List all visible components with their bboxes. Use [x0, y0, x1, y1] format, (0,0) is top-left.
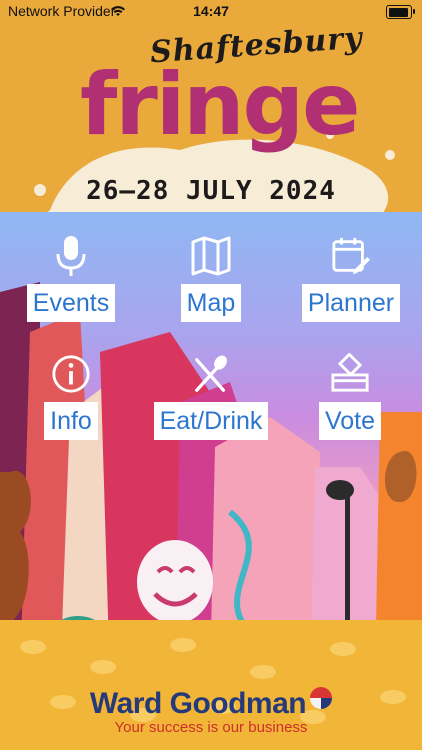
main-menu: Events Map Planner Info Eat/Drink Vote	[0, 212, 422, 452]
map-tile[interactable]: Map	[166, 234, 256, 322]
battery-icon	[386, 5, 415, 19]
planner-button[interactable]: Planner	[301, 284, 401, 322]
info-icon	[51, 352, 91, 396]
vote-tile[interactable]: Vote	[310, 352, 390, 440]
vote-button[interactable]: Vote	[318, 402, 382, 440]
sponsor-logo: Ward Goodman Your success is our busines…	[0, 687, 422, 736]
eat-drink-tile[interactable]: Eat/Drink	[148, 352, 274, 440]
calendar-edit-icon	[331, 234, 371, 278]
festival-title-main: fringe	[80, 55, 360, 155]
fork-spoon-icon	[191, 352, 231, 396]
sponsor-tagline: Your success is our business	[114, 719, 308, 736]
info-button[interactable]: Info	[44, 402, 98, 440]
info-tile[interactable]: Info	[26, 352, 116, 440]
planner-tile[interactable]: Planner	[298, 234, 404, 322]
sponsor-emblem-icon	[310, 687, 333, 709]
events-tile[interactable]: Events	[26, 234, 116, 322]
clock: 14:47	[193, 3, 229, 19]
sponsor-name: Ward Goodman	[89, 687, 307, 720]
ballot-box-icon	[330, 352, 370, 396]
status-bar: Network Provider 14:47	[0, 0, 422, 24]
map-button[interactable]: Map	[180, 284, 242, 322]
eat-drink-button[interactable]: Eat/Drink	[153, 402, 269, 440]
events-button[interactable]: Events	[26, 284, 116, 322]
festival-dates: 26–28 JULY 2024	[86, 176, 336, 206]
map-icon	[191, 234, 231, 278]
microphone-icon	[51, 234, 91, 278]
festival-header: Shaftesbury fringe 26–28 JULY 2024	[0, 0, 422, 212]
